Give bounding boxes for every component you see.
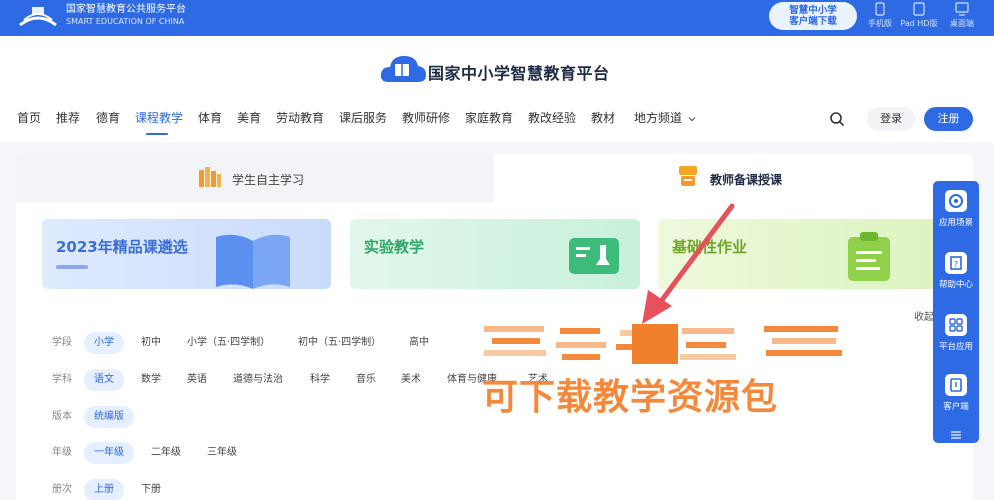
redaction-scribble: [484, 324, 842, 364]
tab-student-label[interactable]: 学生自主学习: [232, 171, 304, 188]
nav-teacher-training[interactable]: 教师研修: [402, 110, 450, 126]
open-book-icon: [216, 234, 290, 289]
nav-local-channel[interactable]: 地方频道: [634, 110, 696, 126]
client-download-line1: 智慧中小学: [789, 5, 837, 16]
annotation-arrow-icon: [642, 203, 735, 324]
banner-experiment-teaching[interactable]: 实验教学: [350, 219, 640, 289]
books-icon: [199, 167, 221, 187]
apps-grid-icon: [945, 314, 967, 336]
brand-name: 国家中小学智慧教育平台: [428, 64, 610, 83]
filter-volume-first[interactable]: 上册: [84, 479, 124, 500]
register-button[interactable]: 注册: [924, 107, 973, 131]
help-book-icon: ?: [945, 252, 967, 274]
filter-grade-1[interactable]: 一年级: [84, 442, 134, 464]
client-download-icon: [945, 374, 967, 396]
desktop-icon: [955, 2, 969, 16]
banner-decor-bar: [56, 265, 88, 269]
banner-quality-course-title: 2023年精品课遴选: [56, 238, 188, 256]
filter-subject-english[interactable]: 英语: [187, 373, 207, 387]
filter-stage-primary[interactable]: 小学: [84, 332, 124, 354]
filter-stage-primary-54[interactable]: 小学（五·四学制）: [187, 336, 270, 350]
side-help-center[interactable]: ? 帮助中心: [933, 252, 979, 290]
filter-subject-chinese[interactable]: 语文: [84, 369, 124, 391]
search-icon[interactable]: [829, 111, 845, 127]
nav-course-teaching[interactable]: 课程教学: [135, 110, 183, 126]
nav-reform-experience[interactable]: 教改经验: [528, 110, 576, 126]
platform-logo-icon[interactable]: [18, 5, 58, 29]
phone-icon: [875, 2, 885, 16]
side-app-scenarios-label: 应用场景: [938, 218, 973, 228]
nav-textbooks[interactable]: 教材: [591, 110, 615, 126]
filter-label-edition: 版本: [52, 411, 72, 422]
filter-label-volume: 册次: [52, 484, 72, 495]
device-phone-label: 手机版: [868, 19, 892, 28]
nav-pe[interactable]: 体育: [198, 110, 222, 126]
microscope-board-icon: [569, 238, 619, 274]
filter-grade-3[interactable]: 三年级: [207, 446, 237, 460]
collapse-filters-button[interactable]: 收起: [914, 308, 934, 323]
side-client[interactable]: 客户端: [933, 374, 979, 412]
nav-recommend[interactable]: 推荐: [56, 110, 80, 126]
chevron-down-icon: [688, 116, 696, 121]
filter-subject-math[interactable]: 数学: [141, 373, 161, 387]
filter-subject-music[interactable]: 音乐: [356, 373, 376, 387]
filter-label-grade: 年级: [52, 447, 72, 458]
side-platform-apps[interactable]: 平台应用: [933, 314, 979, 352]
banner-quality-course[interactable]: 2023年精品课遴选: [42, 219, 331, 289]
filter-label-stage: 学段: [52, 337, 72, 348]
client-download-line2: 客户端下载: [789, 16, 837, 27]
login-button[interactable]: 登录: [867, 107, 915, 131]
nav-active-indicator: [146, 133, 168, 135]
side-help-center-label: 帮助中心: [938, 280, 973, 290]
filter-stage-junior-54[interactable]: 初中（五·四学制）: [298, 336, 381, 350]
device-pad-label: Pad HD版: [900, 19, 938, 28]
side-client-label: 客户端: [943, 402, 969, 412]
overlay-annotation-text: 可下载教学资源包: [482, 377, 779, 418]
device-pad[interactable]: Pad HD版: [898, 2, 940, 34]
tab-teacher-prep[interactable]: 教师备课授课: [710, 171, 782, 188]
filter-stage-junior[interactable]: 初中: [141, 336, 161, 350]
nav-family-education[interactable]: 家庭教育: [465, 110, 513, 126]
side-platform-apps-label: 平台应用: [938, 342, 973, 352]
filter-label-subject: 学科: [52, 374, 72, 385]
nav-local-channel-label: 地方频道: [634, 111, 683, 125]
filter-grade-2[interactable]: 二年级: [151, 446, 181, 460]
filter-stage-senior[interactable]: 高中: [409, 336, 429, 350]
filter-subject-art[interactable]: 美术: [401, 373, 421, 387]
nav-moral-education[interactable]: 德育: [96, 110, 120, 126]
nav-aesthetics[interactable]: 美育: [237, 110, 261, 126]
teacher-podium-icon: [679, 166, 697, 186]
app-scene-icon: [945, 190, 967, 212]
platform-title: 国家智慧教育公共服务平台: [66, 4, 186, 15]
nav-labor-education[interactable]: 劳动教育: [276, 110, 324, 126]
filter-edition-unified[interactable]: 统编版: [84, 406, 134, 428]
device-desktop[interactable]: 桌面端: [942, 2, 982, 34]
device-desktop-label: 桌面端: [950, 19, 974, 28]
filter-subject-morality[interactable]: 道德与法治: [233, 373, 283, 387]
side-app-scenarios[interactable]: 应用场景: [933, 190, 979, 228]
brand-cloud-logo-icon[interactable]: [378, 50, 428, 90]
svg-text:?: ?: [954, 260, 958, 269]
nav-after-school[interactable]: 课后服务: [339, 110, 387, 126]
filter-subject-science[interactable]: 科学: [310, 373, 330, 387]
clipboard-icon: [848, 232, 890, 281]
menu-icon[interactable]: [949, 430, 963, 440]
tablet-icon: [913, 2, 925, 16]
filter-volume-second[interactable]: 下册: [141, 483, 161, 497]
device-phone[interactable]: 手机版: [862, 2, 898, 34]
banner-experiment-title: 实验教学: [364, 238, 425, 256]
client-download-button[interactable]: 智慧中小学 客户端下载: [769, 2, 857, 30]
nav-home[interactable]: 首页: [17, 110, 41, 126]
platform-subtitle: SMART EDUCATION OF CHINA: [66, 17, 185, 26]
